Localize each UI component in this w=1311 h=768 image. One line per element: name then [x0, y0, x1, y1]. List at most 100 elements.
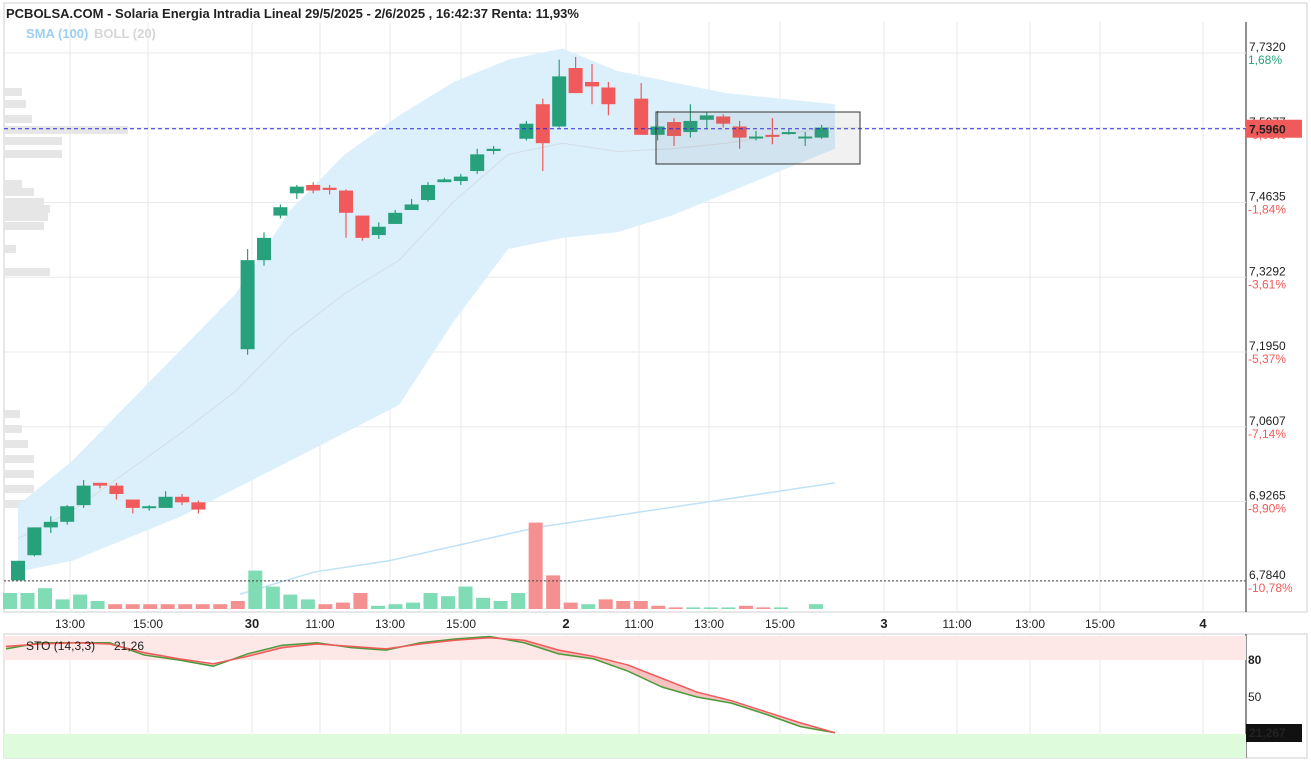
- volume-bar: [353, 593, 368, 609]
- candle-body: [404, 204, 419, 211]
- candle-body: [519, 123, 534, 139]
- volume-bar: [668, 607, 683, 609]
- indicator-sma-label[interactable]: SMA (100): [26, 26, 88, 41]
- volume-bar: [370, 605, 385, 609]
- price-tick-label: 6,9265: [1249, 489, 1286, 503]
- volume-profile-bar: [4, 222, 44, 230]
- volume-bar: [633, 601, 648, 609]
- time-tick-label: 13:00: [55, 617, 85, 631]
- volume-profile-bar: [4, 268, 50, 276]
- volume-bar: [721, 607, 736, 609]
- candle-body: [125, 499, 140, 508]
- volume-bar: [563, 602, 578, 609]
- volume-bar: [160, 604, 175, 609]
- volume-bar: [143, 604, 158, 609]
- volume-profile-bar: [4, 100, 26, 108]
- volume-bar: [441, 596, 456, 609]
- volume-bar: [90, 601, 105, 609]
- stochastic-panel: [4, 635, 1246, 758]
- price-tick-label: 7,7320: [1249, 40, 1286, 54]
- volume-profile-bar: [4, 150, 62, 158]
- time-axis: 13:00 15:00 30 11:00 13:00 15:00 2 11:00 13:00 15…: [55, 616, 1207, 631]
- time-tick-label: 4: [1199, 616, 1207, 631]
- candle-body: [306, 184, 321, 191]
- candle-body: [437, 179, 452, 183]
- volume-bar: [476, 597, 491, 609]
- volume-bar: [265, 586, 280, 609]
- candle-body: [76, 485, 91, 506]
- volume-bar: [388, 604, 403, 609]
- candle-body: [601, 87, 616, 105]
- time-tick-label: 3: [880, 616, 887, 631]
- volume-profile-bar: [4, 485, 34, 493]
- time-tick-label: 13:00: [694, 617, 724, 631]
- time-tick-label: 15:00: [1085, 617, 1115, 631]
- volume-profile-bar: [4, 88, 22, 96]
- volume-bar: [738, 605, 753, 609]
- candle-body: [93, 482, 107, 486]
- price-chart[interactable]: 7,73201,68%7,5977-0,08%7,4635-1,84%7,329…: [0, 0, 1311, 763]
- volume-bar: [598, 599, 613, 609]
- candle-body: [240, 260, 255, 350]
- volume-bar: [458, 586, 473, 609]
- candle-body: [339, 190, 353, 213]
- indicator-boll-label[interactable]: BOLL (20): [94, 26, 156, 41]
- volume-bar: [125, 604, 140, 609]
- volume-bar: [581, 604, 596, 609]
- overbought-zone: [4, 636, 1246, 660]
- volume-profile-bar: [4, 205, 50, 213]
- volume-profile-bar: [4, 180, 22, 188]
- volume-bar: [406, 602, 420, 609]
- volume-bar: [178, 604, 193, 609]
- candle-body: [585, 81, 599, 87]
- volume-bar: [809, 604, 823, 609]
- volume-bar: [300, 599, 315, 609]
- candle-body: [60, 506, 75, 522]
- volume-bar: [318, 604, 333, 609]
- time-tick-label: 30: [245, 616, 259, 631]
- volume-bar: [20, 593, 35, 609]
- candle-body: [355, 215, 370, 238]
- time-tick-label: 11:00: [624, 617, 653, 631]
- volume-bar: [493, 601, 508, 609]
- chart-title: PCBOLSA.COM - Solaria Energia Intradia L…: [6, 6, 579, 21]
- candle-body: [535, 104, 550, 144]
- volume-bar: [230, 601, 245, 609]
- volume-bar: [423, 593, 438, 609]
- price-pct-label: -3,61%: [1248, 277, 1286, 291]
- time-tick-label: 11:00: [942, 617, 971, 631]
- oversold-zone: [4, 734, 1246, 758]
- time-tick-label: 15:00: [133, 617, 163, 631]
- candle-body: [158, 496, 173, 508]
- time-tick-label: 11:00: [305, 617, 334, 631]
- candle-body: [191, 502, 206, 510]
- stochastic-badge-value: 21,267: [1249, 726, 1286, 740]
- candle-body: [43, 521, 58, 528]
- price-pct-label: -7,14%: [1248, 427, 1286, 441]
- volume-profile-bar: [4, 470, 34, 478]
- price-tick-label: 7,1950: [1249, 339, 1286, 353]
- volume-bar: [108, 604, 123, 609]
- volume-bar: [283, 594, 298, 609]
- volume-profile-bar: [4, 198, 44, 206]
- volume-profile-bar: [4, 245, 16, 253]
- volume-bar: [703, 607, 718, 609]
- volume-bar: [756, 607, 771, 609]
- volume-bar: [3, 593, 17, 609]
- volume-bar: [686, 607, 701, 609]
- stochastic-level-label: 50: [1248, 690, 1262, 704]
- volume-bar: [335, 602, 350, 609]
- candle-body: [273, 207, 288, 216]
- candle-body: [289, 186, 304, 194]
- volume-bar: [616, 601, 631, 609]
- volume-bar: [651, 605, 666, 609]
- price-tick-label: 6,7840: [1249, 568, 1286, 582]
- volume-profile-bar: [4, 137, 62, 145]
- time-tick-label: 15:00: [765, 617, 795, 631]
- volume-profile-bar: [4, 188, 34, 196]
- volume-profile-bar: [4, 440, 28, 448]
- stochastic-label: STO (14,3,3): [26, 639, 95, 653]
- candle-body: [470, 154, 485, 172]
- time-tick-label: 13:00: [1015, 617, 1045, 631]
- volume-profile-bar: [4, 213, 48, 221]
